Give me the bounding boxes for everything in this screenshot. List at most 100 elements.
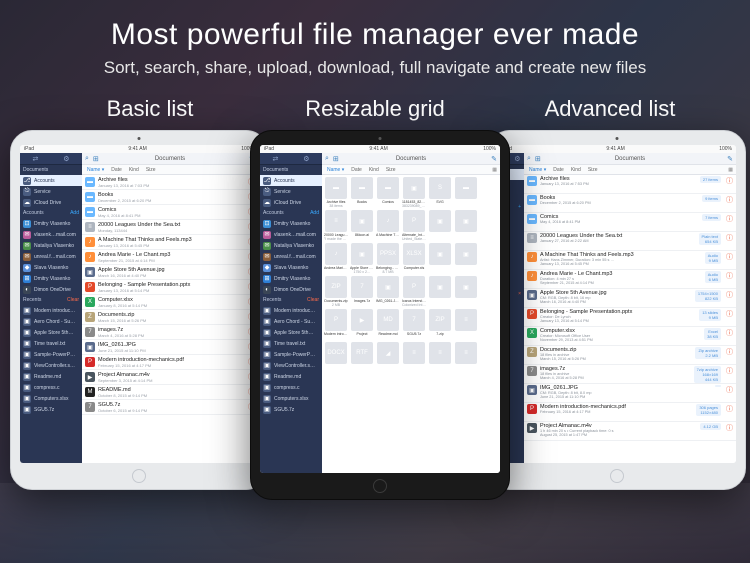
grid-cell[interactable]: ▣ [428,276,452,307]
grid-cell[interactable]: ZIP7.zip [428,309,452,340]
grid-cell[interactable]: ≡20000 Leagues Under the Se…"I made the … [324,210,348,241]
sort-kind[interactable]: Kind [367,167,381,173]
sidebar-item[interactable]: ◐Dimon OneDrive [260,284,322,295]
file-row[interactable]: ♪ Andrea Marie - Le Chant.mp3 September … [82,250,258,265]
search-icon[interactable]: ⌕ [85,155,89,163]
add-link[interactable]: Add [70,210,79,216]
sidebar-item[interactable]: ⊞Dmitry Vlasenko [260,273,322,284]
sidebar-item[interactable]: ▣Modern introduc… [260,305,322,316]
grid-cell[interactable]: RTF [350,342,374,373]
link-icon[interactable]: ⇄ [272,155,278,163]
sort-date[interactable]: Date [109,167,124,173]
grid-cell[interactable]: ≡ [402,342,426,373]
sidebar-item[interactable]: ▣Aero Chord - Su… [20,316,82,327]
grid-cell[interactable]: ▬Books [350,177,374,208]
file-row[interactable]: P Belonging - Sample Presentation.pptx J… [82,280,258,295]
file-row-advanced[interactable]: 7 images.7z 18 files in archive March 4,… [524,365,736,384]
link-icon[interactable]: ⇄ [32,155,38,163]
file-row-advanced[interactable]: P Belonging - Sample Presentation.pptx C… [524,308,736,327]
info-icon[interactable]: ⓘ [726,385,733,395]
file-row-advanced[interactable]: ▶ Project Almanac.m4v 1 h 46 min 20 s • … [524,422,736,441]
grid-cell[interactable]: ≡ [454,309,478,340]
sidebar-item[interactable]: ▣Sample-PowerP… [260,349,322,360]
file-row-advanced[interactable]: ▬ Comics May 4, 2016 at 8:41 PM 7 items … [524,213,736,232]
sidebar-item[interactable]: ✉vlasenk…mail.com [260,229,322,240]
info-icon[interactable]: ⓘ [726,366,733,376]
grid-cell[interactable]: ▣1181453_8237819839…383239089_n.jpg [402,177,426,208]
info-icon[interactable]: ⓘ [726,214,733,224]
file-row-advanced[interactable]: ▬ Archive files January 13, 2016 at 7:53… [524,175,736,194]
sidebar-item[interactable]: ▣Apple Store 5th… [20,327,82,338]
sort-kind[interactable]: Kind [569,167,583,173]
search-icon[interactable]: ⌕ [325,155,329,163]
gear-icon[interactable]: ⚙ [514,155,520,163]
clear-link[interactable]: Clear [307,297,319,303]
file-row-advanced[interactable]: ♪ A Machine That Thinks and Feels.mp3 Ar… [524,251,736,270]
file-row[interactable]: P Modern introduction-mechanics.pdf Febr… [82,355,258,370]
sidebar[interactable]: ⇄⚙Documents⎇Accounts⎋Service☁iCloud Driv… [260,153,322,473]
grid-cell[interactable]: PPSXBelonging - Sample…8.7 MB [376,243,400,274]
sidebar[interactable]: ⇄⚙Documents⎇Accounts⎋Service☁iCloud Driv… [20,153,82,463]
sidebar-item[interactable]: ▣compress.c [20,382,82,393]
file-row[interactable]: ♪ A Machine That Thinks and Feels.mp3 Ja… [82,235,258,250]
file-row[interactable]: M README.md October 8, 2015 at 9:14 PM ⓘ [82,385,258,400]
grid-cell[interactable]: ▬ [454,177,478,208]
sort-date[interactable]: Date [349,167,364,173]
grid-cell[interactable]: ◢ [376,342,400,373]
info-icon[interactable]: ⓘ [726,252,733,262]
sidebar-item[interactable]: ▣Computers.xlsx [260,393,322,404]
add-link[interactable]: Add [310,210,319,216]
grid-cell[interactable]: MDReadme.md [376,309,400,340]
grid-cell[interactable]: PAlternate_Internet…United_States_Ma… [402,210,426,241]
sidebar-item[interactable]: ⊡Dmitry Vlasenko [20,218,82,229]
info-icon[interactable]: ⓘ [726,195,733,205]
grid-cell[interactable]: ZIPDocuments.zip2 MB [324,276,348,307]
sort-name[interactable]: Name ▾ [325,167,346,173]
sidebar-item[interactable]: ✉Nataliya Vlasenko [20,240,82,251]
info-icon[interactable]: ⓘ [726,290,733,300]
sidebar-item[interactable]: ▣Readme.md [20,371,82,382]
sort-size[interactable]: Size [586,167,600,173]
add-folder-icon[interactable]: ⊞ [93,155,99,163]
file-row[interactable]: ▬ Comics May 4, 2016 at 8:41 PM ⓘ [82,205,258,220]
sidebar-item[interactable]: ✉unreal.f…mail.com [20,251,82,262]
sidebar-item[interactable]: ▣Aero Chord - Su… [260,316,322,327]
home-button[interactable] [132,469,146,483]
file-row[interactable]: ▶ Project Almanac.m4v September 3, 2015 … [82,370,258,385]
grid-cell[interactable]: ▣ [454,210,478,241]
sidebar-item[interactable]: ◐Dimon OneDrive [20,284,82,295]
grid-cell[interactable]: XLSXComputer.xls [402,243,426,274]
gear-icon[interactable]: ⚙ [63,155,69,163]
file-row-advanced[interactable]: ≡ 20000 Leagues Under the Sea.txt Januar… [524,232,736,251]
clear-link[interactable]: Clear [67,297,79,303]
grid-cell[interactable]: ▬Archive files38 items [324,177,348,208]
grid-cell[interactable]: ▬Comics [376,177,400,208]
search-icon[interactable]: ⌕ [527,155,531,163]
grid-cell[interactable]: ▣ [454,243,478,274]
info-icon[interactable]: ⓘ [726,423,733,433]
sidebar-item[interactable]: ☁iCloud Drive [260,197,322,208]
sidebar-item[interactable]: ▣ViewController.s… [260,360,322,371]
grid-cell[interactable]: PIcarus InterstellarColonized Interst… [402,276,426,307]
file-list-basic[interactable]: ▬ Archive files January 13, 2016 at 7:03… [82,175,258,463]
file-row-advanced[interactable]: ♪ Andrea Marie - Le Chant.mp3 Duration: … [524,270,736,289]
sidebar-item[interactable]: ⎋Service [260,186,322,197]
sidebar-item[interactable]: ▣Sample-PowerP… [20,349,82,360]
grid-cell[interactable]: ▣ [428,210,452,241]
sort-size[interactable]: Size [384,167,398,173]
sidebar-item[interactable]: ✉vlasenk…mail.com [20,229,82,240]
sidebar-item[interactable]: ✉Nataliya Vlasenko [260,240,322,251]
grid-cell[interactable]: ≡ [454,342,478,373]
file-row[interactable]: ▣ IMG_0261.JPG June 21, 2015 at 11:10 PM… [82,340,258,355]
sort-kind[interactable]: Kind [127,167,141,173]
sidebar-item[interactable]: ▣compress.c [260,382,322,393]
grid-cell[interactable]: PModern introduction- [324,309,348,340]
info-icon[interactable]: ⓘ [726,309,733,319]
file-row-advanced[interactable]: ▣ Apple Store 5th Avenue.jpg CM: RGB, De… [524,289,736,308]
sidebar-item[interactable]: ▣Readme.md [260,371,322,382]
grid-cell[interactable]: 7Images.7z [350,276,374,307]
sidebar-item[interactable]: ▣Time travel.txt [20,338,82,349]
add-link[interactable]: + [518,204,521,210]
compose-icon[interactable]: ✎ [727,155,733,163]
sidebar-item[interactable]: ⎇Accounts [20,175,82,186]
